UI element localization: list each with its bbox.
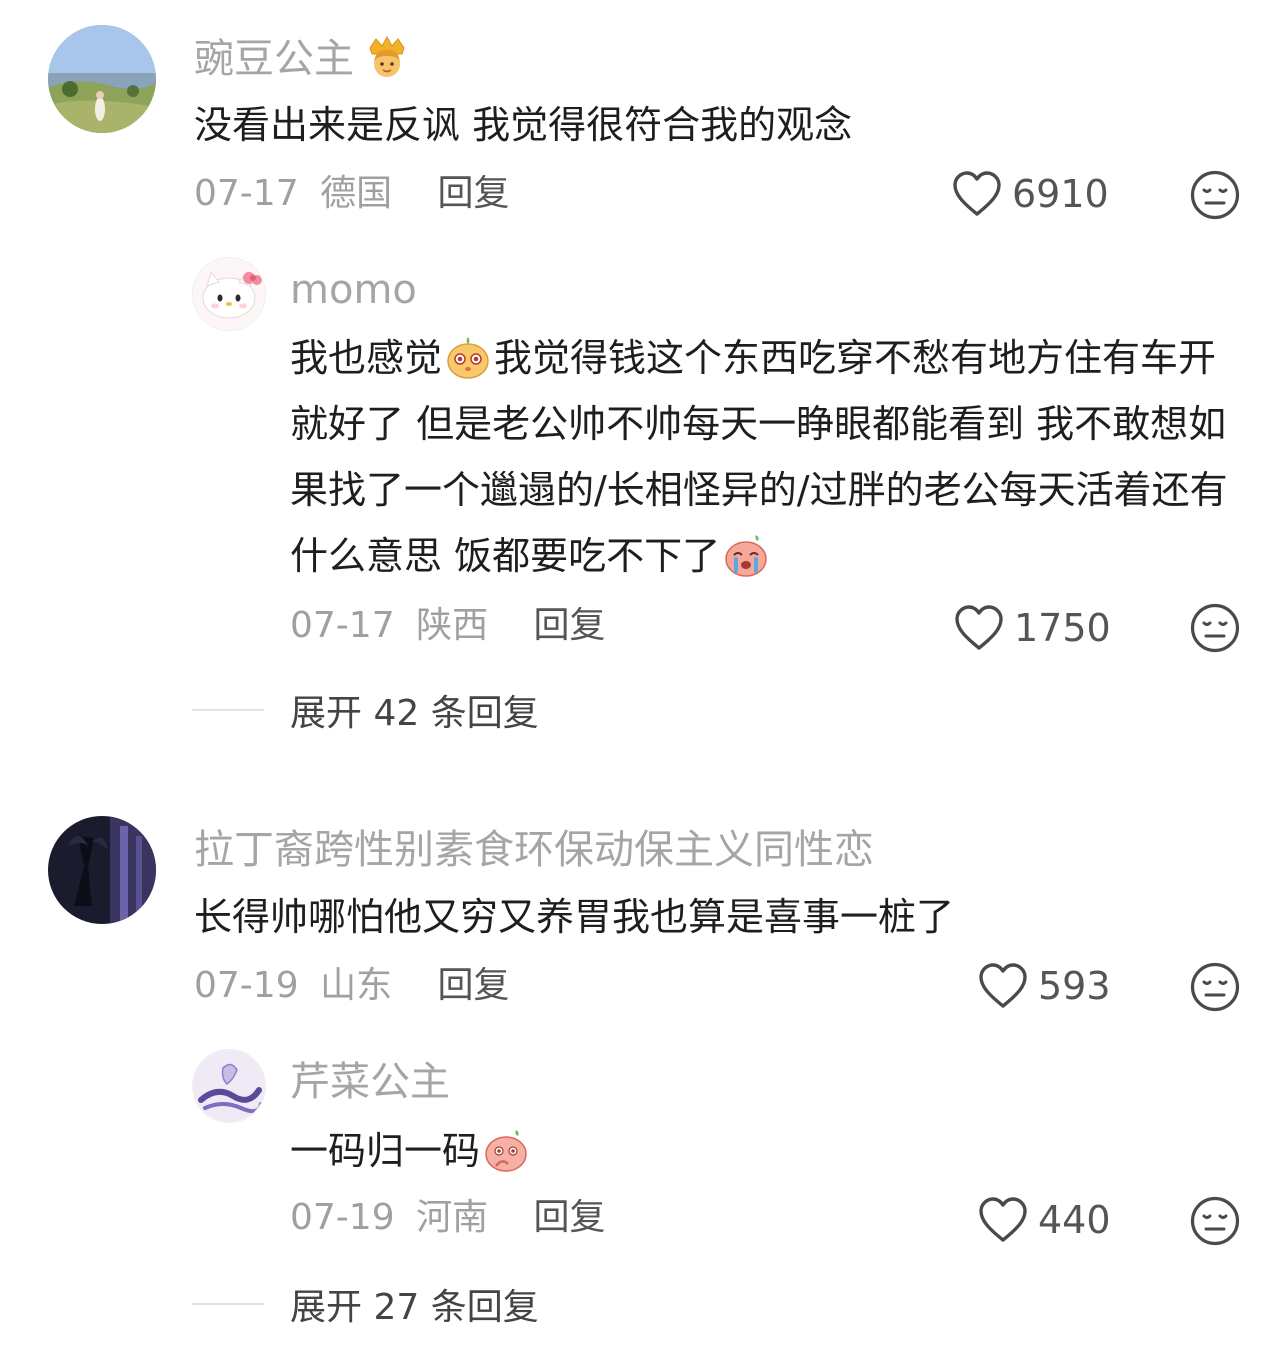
like-button[interactable]: 6910: [952, 170, 1109, 218]
user-name-text: 豌豆公主: [194, 36, 354, 82]
divider-line: [192, 709, 264, 711]
reply-button[interactable]: 回复: [438, 965, 510, 1006]
like-button[interactable]: 593: [978, 962, 1111, 1010]
reply-like-button[interactable]: 440: [978, 1196, 1111, 1244]
reply-button[interactable]: 回复: [438, 173, 510, 214]
like-count: 6910: [1012, 172, 1109, 216]
reply-user-name[interactable]: momo: [290, 266, 417, 314]
dislike-meh-face-icon[interactable]: [1190, 603, 1240, 653]
divider-line: [192, 1303, 264, 1305]
reply-text: 我也感觉 我觉得钱这个东西吃穿不愁有地方住有车开就好了 但是老公帅不帅每天一睁眼…: [290, 325, 1240, 589]
dislike-meh-face-icon[interactable]: [1190, 1196, 1240, 1246]
dislike-meh-face-icon[interactable]: [1190, 962, 1240, 1012]
heart-outline-icon: [979, 963, 1027, 1008]
reply-text-part-1: 我也感觉: [290, 336, 443, 380]
like-count: 440: [1038, 1198, 1111, 1242]
comment-date: 07-17: [194, 173, 299, 214]
comment-location: 德国: [320, 173, 393, 214]
comment-meta: 07-19 山东 回复: [194, 964, 510, 1008]
comment-text: 长得帅哪怕他又穷又养胃我也算是喜事一桩了: [194, 895, 955, 939]
reply-meta: 07-19 河南 回复: [290, 1196, 606, 1240]
like-count: 1750: [1014, 606, 1111, 650]
heart-outline-icon: [953, 171, 1001, 216]
expand-replies-label: 展开 27 条回复: [290, 1287, 539, 1328]
peach-thinking-sticker-icon: [485, 1130, 527, 1172]
heart-outline-icon: [979, 1197, 1027, 1242]
user-avatar[interactable]: [48, 816, 156, 924]
reply-location: 陕西: [416, 605, 489, 646]
reply-meta: 07-17 陕西 回复: [290, 604, 606, 648]
reply-button[interactable]: 回复: [534, 605, 606, 646]
reply-text-content: 一码归一码: [290, 1129, 481, 1173]
expand-replies-button[interactable]: 展开 42 条回复: [192, 684, 539, 736]
expand-replies-label: 展开 42 条回复: [290, 693, 539, 734]
heart-outline-icon: [955, 605, 1003, 650]
reply-location: 河南: [416, 1197, 489, 1238]
crown-emoji-icon: [369, 35, 405, 77]
reply-button[interactable]: 回复: [534, 1197, 606, 1238]
like-count: 593: [1038, 964, 1111, 1008]
reply-text: 一码归一码: [290, 1118, 1240, 1184]
comment-date: 07-19: [194, 965, 299, 1006]
comment-meta: 07-17 德国 回复: [194, 172, 510, 216]
dislike-meh-face-icon[interactable]: [1190, 170, 1240, 220]
reply-user-avatar[interactable]: [192, 1049, 266, 1123]
reply-user-name[interactable]: 芹菜公主: [290, 1058, 450, 1106]
peach-face-sticker-icon: [447, 337, 489, 379]
user-avatar[interactable]: [48, 25, 156, 133]
reply-date: 07-19: [290, 1197, 395, 1238]
reply-user-avatar[interactable]: [192, 257, 266, 331]
crying-peach-sticker-icon: [725, 535, 767, 577]
expand-replies-button[interactable]: 展开 27 条回复: [192, 1278, 539, 1330]
reply-like-button[interactable]: 1750: [954, 604, 1111, 652]
comment-text: 没看出来是反讽 我觉得很符合我的观念: [194, 103, 853, 147]
user-name[interactable]: 拉丁裔跨性别素食环保动保主义同性恋: [194, 826, 874, 874]
user-name[interactable]: 豌豆公主: [194, 34, 410, 83]
comment-location: 山东: [320, 965, 393, 1006]
reply-date: 07-17: [290, 605, 395, 646]
